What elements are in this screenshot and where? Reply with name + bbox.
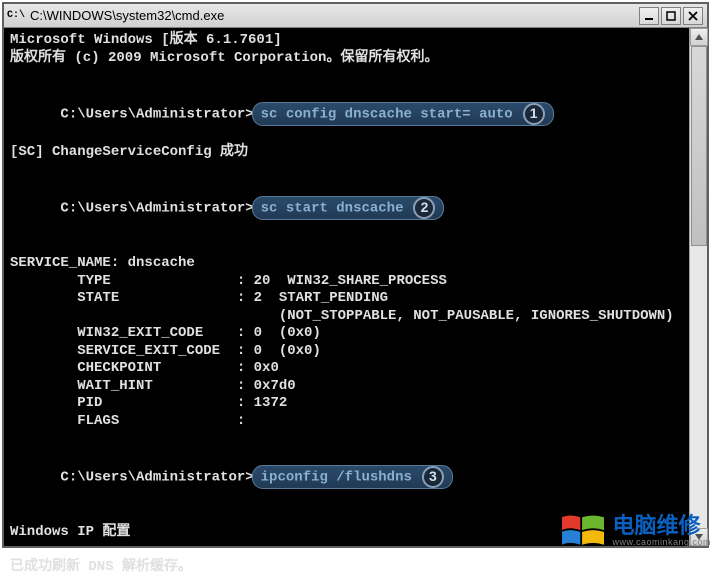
service-win32-exit: WIN32_EXIT_CODE : 0 (0x0): [10, 325, 701, 343]
window-controls: [639, 7, 703, 25]
vertical-scrollbar[interactable]: [689, 28, 707, 546]
watermark-subtitle: www.caominkang.com: [612, 537, 711, 547]
service-state: STATE : 2 START_PENDING: [10, 290, 701, 308]
windows-logo-icon: [560, 510, 606, 552]
service-type: TYPE : 20 WIN32_SHARE_PROCESS: [10, 273, 701, 291]
service-exit-code: SERVICE_EXIT_CODE : 0 (0x0): [10, 343, 701, 361]
command-line-1: C:\Users\Administrator>sc config dnscach…: [10, 85, 701, 144]
copyright-line: 版权所有 (c) 2009 Microsoft Corporation。保留所有…: [10, 50, 701, 68]
cmd-icon: C:\: [8, 9, 24, 23]
service-name: SERVICE_NAME: dnscache: [10, 255, 701, 273]
minimize-button[interactable]: [639, 7, 659, 25]
command-line-3: C:\Users\Administrator>ipconfig /flushdn…: [10, 448, 701, 507]
command-line-2: C:\Users\Administrator>sc start dnscache…: [10, 179, 701, 238]
prompt: C:\Users\Administrator>: [60, 107, 253, 123]
watermark-title: 电脑维修: [612, 515, 700, 537]
service-checkpoint: CHECKPOINT : 0x0: [10, 360, 701, 378]
maximize-button[interactable]: [661, 7, 681, 25]
titlebar[interactable]: C:\ C:\WINDOWS\system32\cmd.exe: [4, 4, 707, 28]
service-flags: FLAGS :: [10, 413, 701, 431]
service-wait-hint: WAIT_HINT : 0x7d0: [10, 378, 701, 396]
prompt: C:\Users\Administrator>: [60, 201, 253, 217]
header-line: Microsoft Windows [版本 6.1.7601]: [10, 32, 701, 50]
step-badge-3: 3: [422, 466, 444, 488]
step-badge-2: 2: [413, 197, 435, 219]
result-1: [SC] ChangeServiceConfig 成功: [10, 144, 701, 162]
service-state-flags: (NOT_STOPPABLE, NOT_PAUSABLE, IGNORES_SH…: [10, 308, 701, 326]
terminal-area[interactable]: Microsoft Windows [版本 6.1.7601] 版权所有 (c)…: [4, 28, 707, 546]
service-pid: PID : 1372: [10, 395, 701, 413]
command-highlight-1: sc config dnscache start= auto1: [252, 102, 554, 126]
watermark-text: 电脑维修 www.caominkang.com: [612, 515, 711, 547]
close-button[interactable]: [683, 7, 703, 25]
cmd-window: C:\ C:\WINDOWS\system32\cmd.exe Microsof…: [2, 2, 709, 548]
command-highlight-3: ipconfig /flushdns3: [252, 465, 453, 489]
prompt: C:\Users\Administrator>: [60, 470, 253, 486]
scroll-thumb[interactable]: [691, 46, 707, 246]
watermark: 电脑维修 www.caominkang.com: [560, 510, 711, 552]
scroll-up-button[interactable]: [690, 28, 708, 46]
step-badge-1: 1: [523, 103, 545, 125]
window-title: C:\WINDOWS\system32\cmd.exe: [30, 8, 639, 23]
ipconfig-result: 已成功刷新 DNS 解析缓存。: [10, 559, 701, 577]
command-highlight-2: sc start dnscache2: [252, 196, 445, 220]
